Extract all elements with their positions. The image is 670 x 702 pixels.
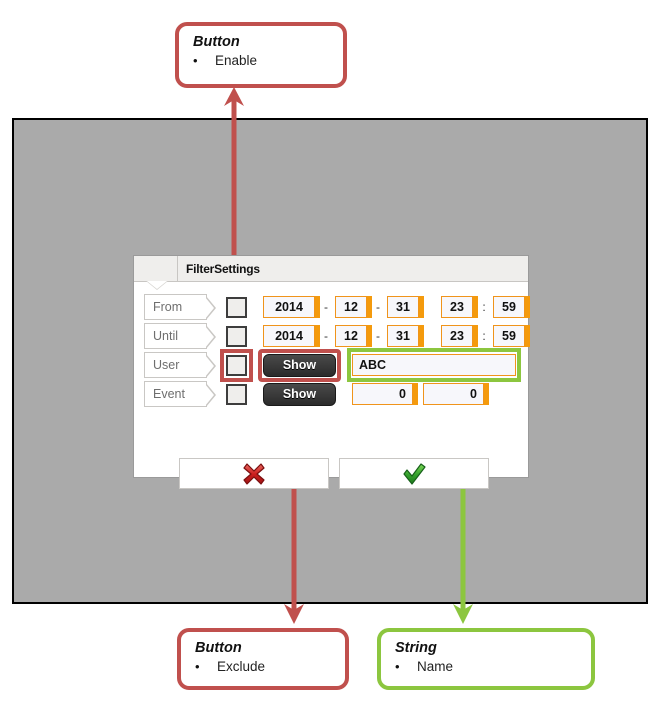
form-row-from: From 2014 - 12 - 31 23 : 59: [144, 294, 530, 320]
highlight-exclude-button: [258, 348, 341, 382]
checkbox-wrap-user[interactable]: [220, 348, 253, 382]
show-button-wrap-event: Show: [247, 382, 336, 406]
datetime-group-until: 2014 - 12 - 31 23 : 59: [263, 325, 531, 347]
show-button-event[interactable]: Show: [263, 382, 336, 406]
bullet-icon: •: [195, 659, 200, 674]
checkbox-wrap-until[interactable]: [226, 325, 247, 347]
callout-enable-type: Button: [193, 34, 240, 50]
callout-enable: Button • Enable: [175, 22, 347, 88]
until-date-sep-1: -: [324, 329, 328, 343]
callout-exclude-type: Button: [195, 640, 242, 656]
dialog-footer: [179, 458, 489, 489]
form-row-event: Event Show 0 0: [144, 381, 520, 407]
from-day-field[interactable]: 31: [387, 296, 424, 318]
bullet-icon: •: [193, 53, 198, 68]
callout-name-item-text: Name: [417, 659, 454, 674]
until-year-field[interactable]: 2014: [263, 325, 320, 347]
filter-settings-dialog: FilterSettings From 2014 - 12 - 31 23: …: [133, 255, 530, 489]
callout-exclude-item-text: Exclude: [217, 659, 266, 674]
connector-arrow-name: [453, 604, 473, 624]
callout-exclude: Button • Exclude: [177, 628, 349, 690]
from-date-sep-1: -: [324, 300, 328, 314]
row-label-from-text: From: [153, 300, 183, 314]
bullet-icon: •: [395, 659, 400, 674]
check-icon: [403, 462, 426, 485]
label-pointer-icon: [205, 296, 216, 320]
row-label-until-text: Until: [153, 329, 179, 343]
row-label-user-text: User: [153, 358, 180, 372]
callout-name: String • Name: [377, 628, 595, 690]
callout-name-item: • Name: [395, 659, 577, 674]
until-day-field[interactable]: 31: [387, 325, 424, 347]
until-date-sep-2: -: [376, 329, 380, 343]
until-hour-field[interactable]: 23: [441, 325, 478, 347]
cross-icon: [243, 462, 265, 485]
row-label-from: From: [144, 294, 216, 320]
until-minute-field[interactable]: 59: [493, 325, 530, 347]
datetime-group-from: 2014 - 12 - 31 23 : 59: [263, 296, 531, 318]
from-hour-field[interactable]: 23: [441, 296, 478, 318]
titlebar-left-cell: [134, 256, 178, 290]
form-row-until: Until 2014 - 12 - 31 23 : 59: [144, 323, 530, 349]
dialog-titlebar: FilterSettings: [134, 256, 528, 290]
callout-name-type: String: [395, 640, 437, 656]
confirm-button[interactable]: [339, 458, 489, 489]
callout-enable-item-text: Enable: [215, 53, 258, 68]
label-pointer-icon: [205, 325, 216, 349]
cancel-button[interactable]: [179, 458, 329, 489]
highlight-name-string: [347, 348, 521, 382]
checkbox-wrap-event[interactable]: [226, 383, 247, 405]
row-label-event: Event: [144, 381, 216, 407]
show-button-wrap-user: Show: [247, 348, 341, 382]
from-date-sep-2: -: [376, 300, 380, 314]
row-label-user: User: [144, 352, 216, 378]
label-pointer-icon: [205, 354, 216, 378]
callout-enable-item: • Enable: [193, 53, 329, 68]
from-minute-field[interactable]: 59: [493, 296, 530, 318]
checkbox-event[interactable]: [226, 383, 247, 405]
dialog-title: FilterSettings: [186, 261, 260, 276]
until-month-field[interactable]: 12: [335, 325, 372, 347]
name-field-wrap: ABC: [347, 348, 521, 382]
from-year-field[interactable]: 2014: [263, 296, 320, 318]
checkbox-from[interactable]: [226, 296, 247, 318]
row-label-event-text: Event: [153, 387, 185, 401]
event-number-b[interactable]: 0: [423, 383, 489, 405]
dialog-form: From 2014 - 12 - 31 23 : 59 Until 2014 -…: [134, 283, 530, 489]
checkbox-wrap-from[interactable]: [226, 296, 247, 318]
row-label-until: Until: [144, 323, 216, 349]
connector-arrow-exclude: [284, 604, 304, 624]
connector-arrow-enable: [224, 87, 244, 106]
label-pointer-icon: [205, 383, 216, 407]
event-number-a[interactable]: 0: [352, 383, 418, 405]
until-time-sep: :: [482, 329, 486, 343]
callout-exclude-item: • Exclude: [195, 659, 331, 674]
annotated-screenshot: FilterSettings From 2014 - 12 - 31 23: …: [0, 0, 670, 702]
checkbox-until[interactable]: [226, 325, 247, 347]
from-time-sep: :: [482, 300, 486, 314]
from-month-field[interactable]: 12: [335, 296, 372, 318]
event-number-group: 0 0: [352, 383, 494, 405]
form-row-user: User Show ABC: [144, 348, 521, 382]
